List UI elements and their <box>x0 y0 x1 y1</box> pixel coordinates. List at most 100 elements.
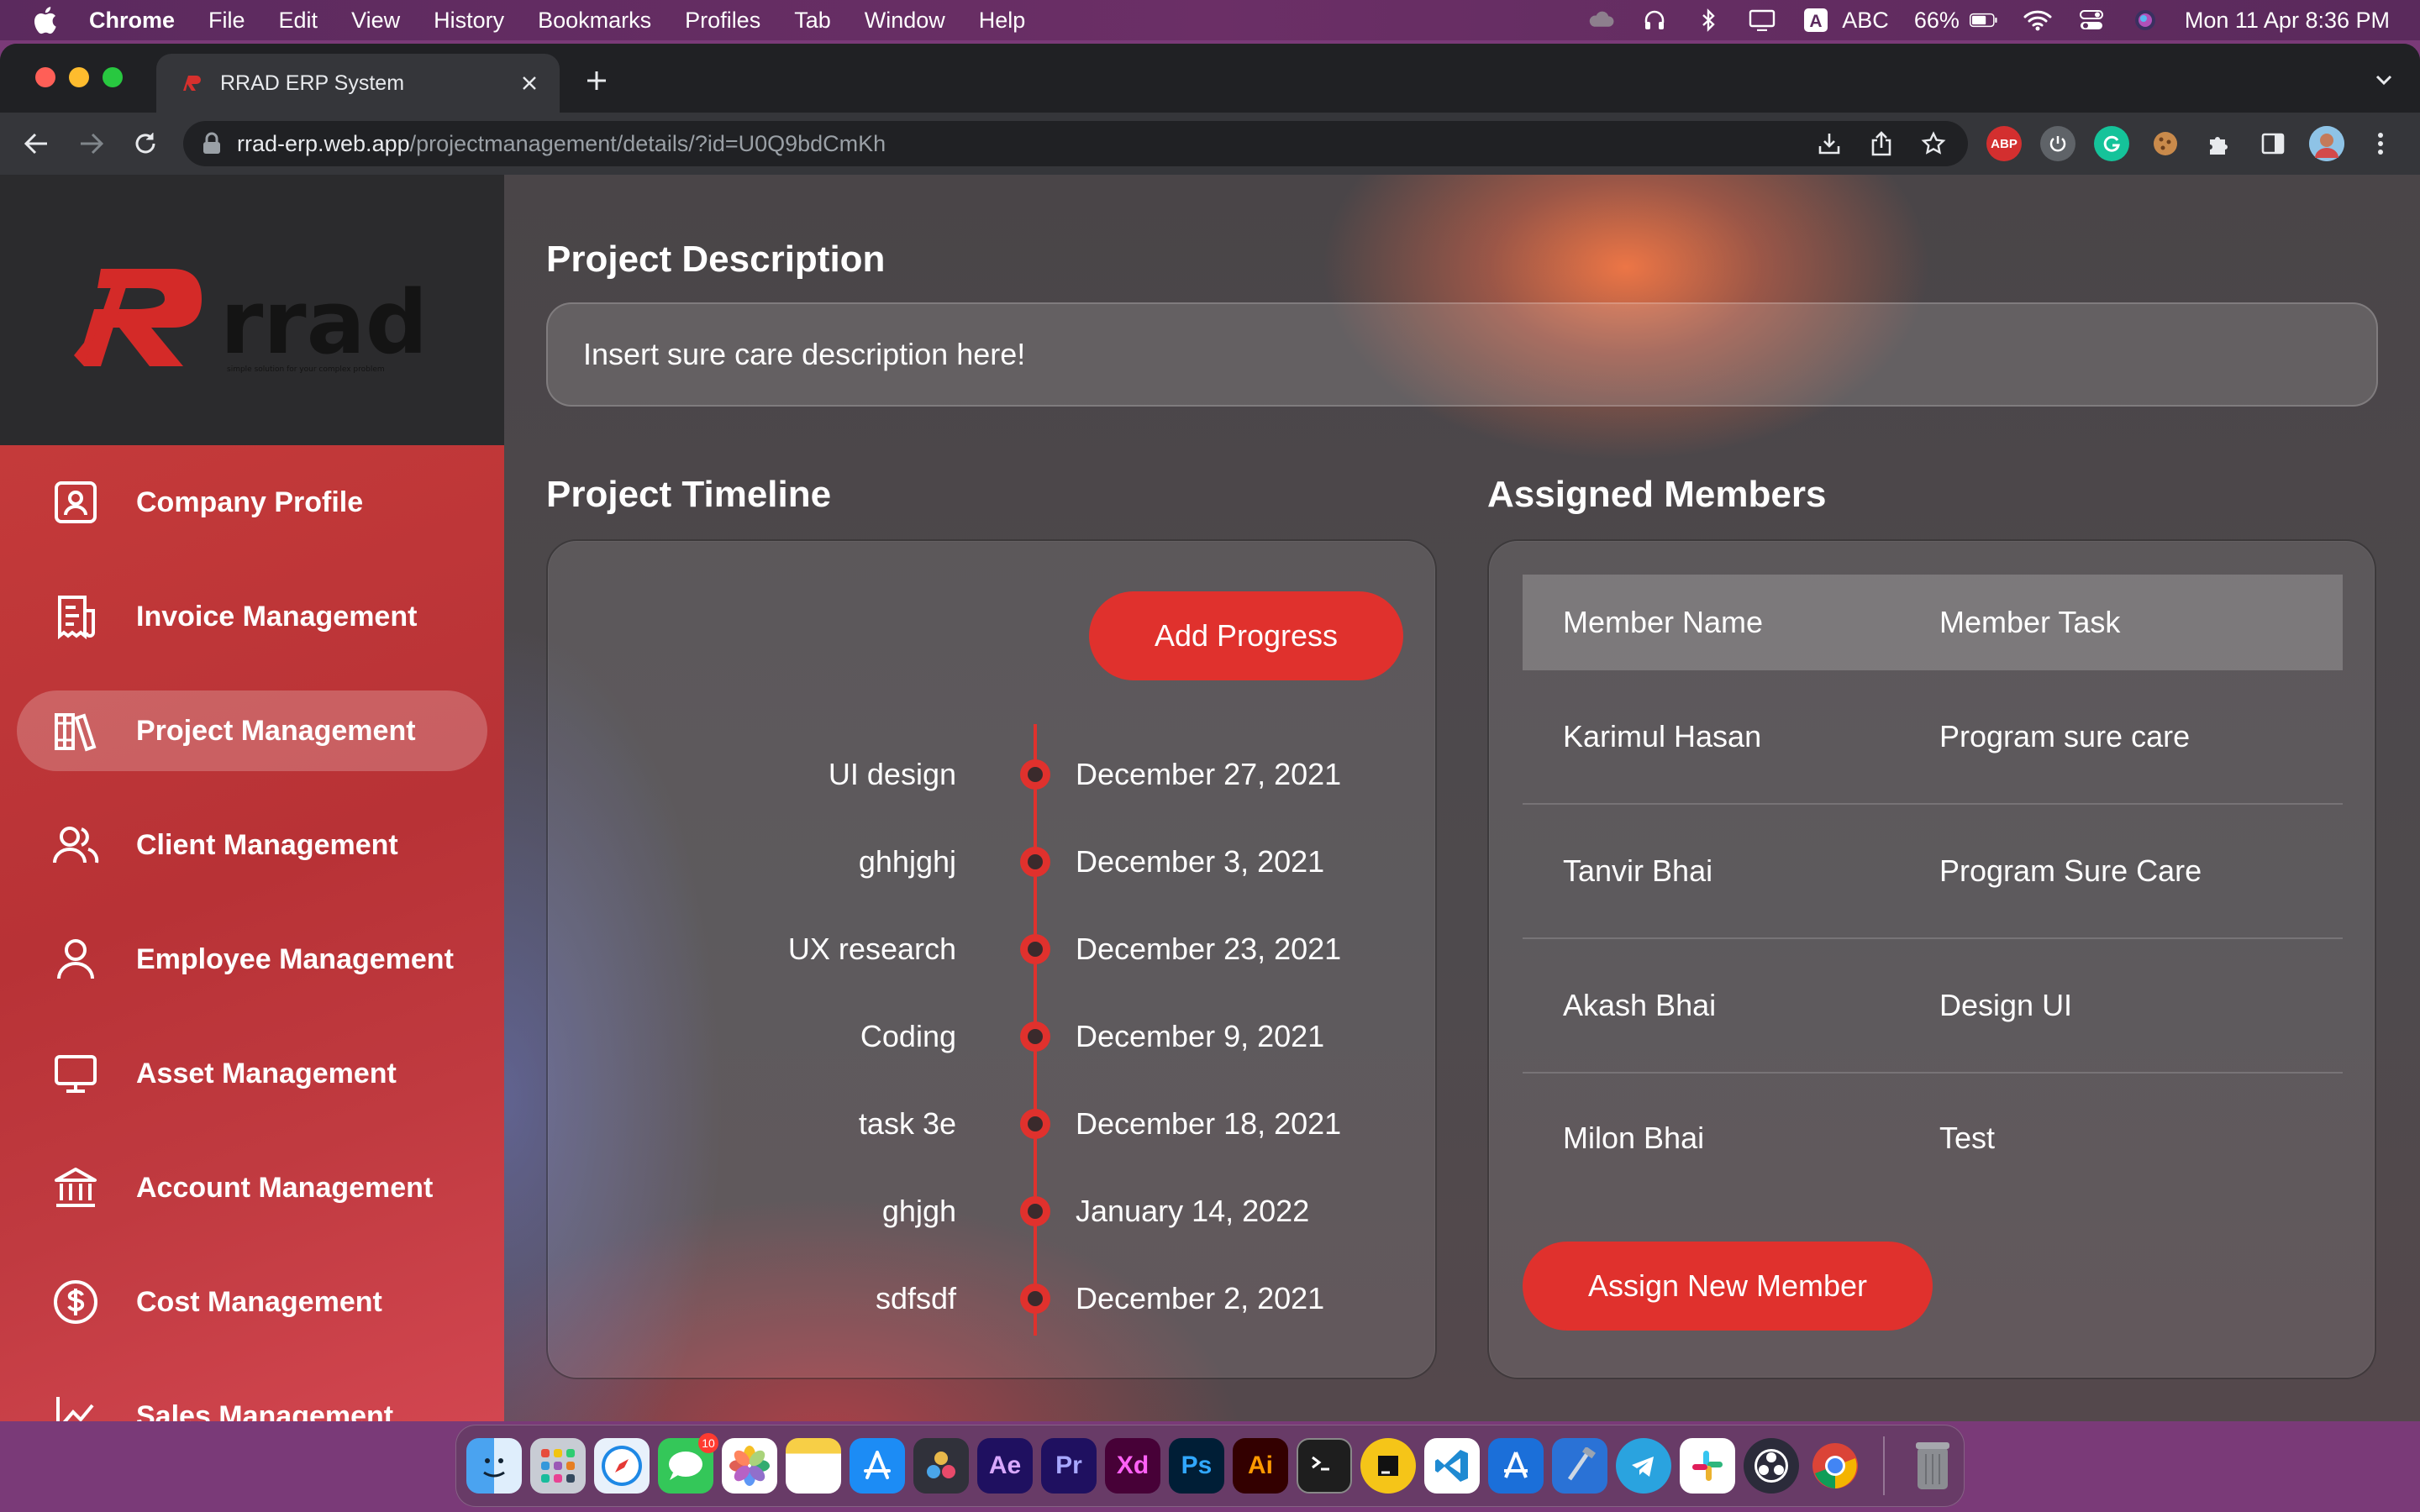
timeline-dot <box>1020 1196 1050 1226</box>
sidebar-item-cost-management[interactable]: Cost Management <box>17 1262 487 1342</box>
fullscreen-window-button[interactable] <box>103 67 123 87</box>
menu-window[interactable]: Window <box>865 8 945 34</box>
minimize-window-button[interactable] <box>69 67 89 87</box>
premiere-pro-icon[interactable]: Pr <box>1041 1438 1097 1494</box>
toolbox-icon[interactable] <box>1360 1438 1416 1494</box>
reload-icon[interactable] <box>126 124 165 163</box>
menu-help[interactable]: Help <box>979 8 1026 34</box>
chrome-menu-icon[interactable] <box>2363 126 2398 161</box>
photos-icon[interactable] <box>722 1438 777 1494</box>
invoice-icon <box>50 591 101 642</box>
battery-icon[interactable] <box>1969 8 1998 32</box>
menu-app-name[interactable]: Chrome <box>89 8 175 34</box>
apple-logo-icon[interactable] <box>32 6 57 34</box>
finder-icon[interactable] <box>466 1438 522 1494</box>
menu-edit[interactable]: Edit <box>279 8 318 34</box>
table-row[interactable]: Tanvir Bhai Program Sure Care <box>1523 805 2343 939</box>
timeline-dot <box>1020 934 1050 964</box>
creative-cloud-icon[interactable] <box>1586 8 1615 32</box>
input-source-label[interactable]: ABC <box>1842 8 1889 34</box>
new-tab-button[interactable] <box>578 62 615 99</box>
sidebar-item-invoice-management[interactable]: Invoice Management <box>17 576 487 657</box>
safari-icon[interactable] <box>594 1438 650 1494</box>
davinci-resolve-icon[interactable] <box>913 1438 969 1494</box>
terminal-icon[interactable] <box>1297 1438 1352 1494</box>
sidebar-item-employee-management[interactable]: Employee Management <box>17 919 487 1000</box>
menu-view[interactable]: View <box>351 8 400 34</box>
timeline-task: ghjgh <box>881 1194 956 1228</box>
battery-percent[interactable]: 66% <box>1914 8 1960 34</box>
adblock-plus-icon[interactable]: ABP <box>1986 126 2022 161</box>
siri-icon[interactable] <box>2131 8 2160 32</box>
user-icon <box>50 934 101 984</box>
browser-tab-active[interactable]: RRAD ERP System <box>156 54 560 113</box>
timeline-panel: Add Progress UI design December 27, 2021… <box>546 539 1437 1379</box>
xcode-instruments-icon[interactable] <box>1488 1438 1544 1494</box>
side-panel-icon[interactable] <box>2255 126 2291 161</box>
sidebar-item-company-profile[interactable]: Company Profile <box>17 462 487 543</box>
photoshop-icon[interactable]: Ps <box>1169 1438 1224 1494</box>
trash-icon[interactable] <box>1905 1438 1960 1494</box>
adobe-xd-icon[interactable]: Xd <box>1105 1438 1160 1494</box>
notes-icon[interactable] <box>786 1438 841 1494</box>
illustrator-icon[interactable]: Ai <box>1233 1438 1288 1494</box>
share-icon[interactable] <box>1867 129 1896 158</box>
menu-tab[interactable]: Tab <box>794 8 831 34</box>
sidebar-item-client-management[interactable]: Client Management <box>17 805 487 885</box>
table-row[interactable]: Karimul Hasan Program sure care <box>1523 670 2343 805</box>
sidebar-item-asset-management[interactable]: Asset Management <box>17 1033 487 1114</box>
chart-line-icon <box>50 1391 101 1421</box>
menu-bookmarks[interactable]: Bookmarks <box>538 8 651 34</box>
table-row[interactable]: Milon Bhai Test <box>1523 1074 2343 1203</box>
control-center-icon[interactable] <box>2077 8 2106 32</box>
wifi-icon[interactable] <box>2023 8 2052 32</box>
tab-search-chevron-icon[interactable] <box>2371 67 2396 92</box>
install-app-icon[interactable] <box>1815 129 1844 158</box>
sidebar-item-account-management[interactable]: Account Management <box>17 1147 487 1228</box>
member-task: Design UI <box>1939 988 2073 1022</box>
sidebar-item-sales-management[interactable]: Sales Management <box>17 1376 487 1421</box>
add-progress-button[interactable]: Add Progress <box>1089 591 1403 680</box>
headphones-icon[interactable] <box>1640 8 1669 32</box>
sidebar-item-label: Invoice Management <box>136 600 418 633</box>
address-bar[interactable]: rrad-erp.web.app /projectmanagement/deta… <box>183 121 1968 166</box>
chrome-dock-icon[interactable] <box>1807 1438 1863 1494</box>
timeline-task: task 3e <box>858 1106 956 1141</box>
timeline-entry: ghjgh January 14, 2022 <box>548 1186 1439 1236</box>
launchpad-icon[interactable] <box>530 1438 586 1494</box>
messages-icon[interactable]: 10 <box>658 1433 718 1494</box>
timeline-date: December 27, 2021 <box>1076 757 1342 791</box>
assign-new-member-button[interactable]: Assign New Member <box>1523 1242 1933 1331</box>
profile-avatar[interactable] <box>2309 126 2344 161</box>
menu-file[interactable]: File <box>208 8 245 34</box>
forward-icon[interactable] <box>72 124 111 163</box>
rrad-logo[interactable]: rrad simple solution for your complex pr… <box>0 175 504 445</box>
slack-icon[interactable] <box>1680 1438 1735 1494</box>
bluetooth-icon[interactable] <box>1694 8 1723 32</box>
extensions-puzzle-icon[interactable] <box>2202 126 2237 161</box>
sidebar-item-project-management[interactable]: Project Management <box>17 690 487 771</box>
close-window-button[interactable] <box>35 67 55 87</box>
screen-mirroring-icon[interactable] <box>1748 8 1776 32</box>
app-store-icon[interactable] <box>850 1438 905 1494</box>
table-row[interactable]: Akash Bhai Design UI <box>1523 939 2343 1074</box>
menu-profiles[interactable]: Profiles <box>685 8 760 34</box>
telegram-icon[interactable] <box>1616 1438 1671 1494</box>
vscode-icon[interactable] <box>1424 1438 1480 1494</box>
menu-history[interactable]: History <box>434 8 504 34</box>
column-header-member-name: Member Name <box>1563 605 1764 639</box>
menubar-clock[interactable]: Mon 11 Apr 8:36 PM <box>2185 8 2390 34</box>
power-extension-icon[interactable] <box>2040 126 2075 161</box>
close-tab-icon[interactable] <box>513 66 546 100</box>
bookmark-star-icon[interactable] <box>1919 129 1948 158</box>
back-icon[interactable] <box>17 124 55 163</box>
lock-icon[interactable] <box>202 132 222 155</box>
obs-icon[interactable] <box>1744 1438 1799 1494</box>
grammarly-icon[interactable] <box>2094 126 2129 161</box>
after-effects-icon[interactable]: Ae <box>977 1438 1033 1494</box>
cookie-extension-icon[interactable] <box>2148 126 2183 161</box>
xcode-icon[interactable] <box>1552 1438 1607 1494</box>
sidebar-item-label: Cost Management <box>136 1285 382 1318</box>
sidebar: rrad simple solution for your complex pr… <box>0 175 504 1421</box>
input-source-icon[interactable]: A <box>1802 8 1830 32</box>
